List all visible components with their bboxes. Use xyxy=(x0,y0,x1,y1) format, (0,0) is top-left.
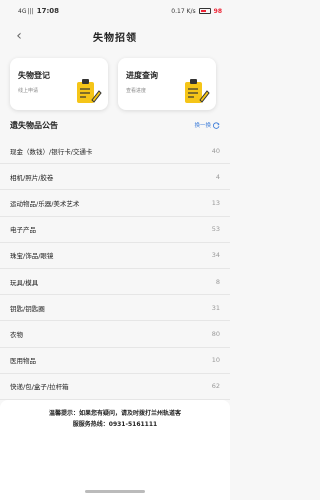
progress-query-card[interactable]: 进度查询 查看进度 xyxy=(118,58,216,110)
list-item[interactable]: 相机/照片/胶卷 4 xyxy=(0,164,230,191)
item-category: 快递/包/盒子/拉杆箱 xyxy=(10,383,69,392)
refresh-label: 换一换 xyxy=(194,123,211,129)
clock: 17:08 xyxy=(36,7,60,15)
lost-item-register-card[interactable]: 失物登记 线上申请 xyxy=(10,58,108,110)
status-bar: 4G ||| 17:08 0.17 K/s 98 xyxy=(0,0,230,22)
item-category: 珠宝/饰品/眼镜 xyxy=(10,252,54,261)
card-subtitle: 线上申请 xyxy=(18,88,39,94)
list-item[interactable]: 电子产品 53 xyxy=(0,216,230,243)
item-count: 8 xyxy=(215,277,220,286)
page-title: 失物招领 xyxy=(93,32,137,44)
lost-items-list: 现金（数钱）/银行卡/交通卡 40 相机/照片/胶卷 4 运动物品/乐器/美术艺… xyxy=(0,138,230,400)
item-count: 31 xyxy=(211,303,220,312)
network-speed: 0.17 K/s xyxy=(171,7,196,15)
battery-icon xyxy=(198,8,211,14)
chevron-left-icon[interactable]: ‹ xyxy=(10,27,28,45)
home-indicator[interactable] xyxy=(85,490,145,493)
clipboard-pencil-icon xyxy=(185,79,210,103)
list-item[interactable]: 运动物品/乐器/美术艺术 13 xyxy=(0,190,230,217)
item-category: 现金（数钱）/银行卡/交通卡 xyxy=(10,147,93,156)
item-category: 医用物品 xyxy=(10,357,36,366)
list-item[interactable]: 快递/包/盒子/拉杆箱 62 xyxy=(0,373,230,400)
card-title: 进度查询 xyxy=(126,71,158,80)
list-item[interactable]: 衣物 80 xyxy=(0,321,230,348)
list-item[interactable]: 珠宝/饰品/眼镜 34 xyxy=(0,242,230,269)
item-category: 电子产品 xyxy=(10,226,36,235)
card-subtitle: 查看进度 xyxy=(126,88,147,94)
notice-box: 温馨提示：如果您有疑问，请及时拨打兰州轨道客 服服务热线：0931-516111… xyxy=(0,400,230,445)
list-item[interactable]: 玩具/模具 8 xyxy=(0,268,230,296)
item-count: 13 xyxy=(211,198,220,207)
item-count: 80 xyxy=(211,329,220,338)
item-category: 玩具/模具 xyxy=(10,278,39,287)
list-item[interactable]: 钥匙/钥匙圈 31 xyxy=(0,295,230,322)
refresh-button[interactable]: 换一换 xyxy=(194,121,220,129)
item-count: 62 xyxy=(211,382,220,391)
item-count: 4 xyxy=(215,172,220,181)
battery-percent: 98 xyxy=(213,7,222,15)
card-title: 失物登记 xyxy=(18,71,50,80)
notice-line-2: 服服务热线：0931-5161111 xyxy=(72,421,158,428)
clipboard-pencil-icon xyxy=(77,79,102,103)
item-count: 53 xyxy=(211,225,220,234)
item-category: 钥匙/钥匙圈 xyxy=(10,304,45,313)
refresh-icon xyxy=(213,121,220,129)
signal-indicator: 4G ||| xyxy=(18,7,34,15)
nav-bar: ‹ 失物招领 xyxy=(0,22,230,50)
item-category: 运动物品/乐器/美术艺术 xyxy=(10,199,80,208)
notice-line-1: 温馨提示：如果您有疑问，请及时拨打兰州轨道客 xyxy=(48,410,181,417)
item-category: 衣物 xyxy=(10,330,23,339)
item-count: 40 xyxy=(211,146,220,155)
item-category: 相机/照片/胶卷 xyxy=(10,173,54,182)
list-item[interactable]: 现金（数钱）/银行卡/交通卡 40 xyxy=(0,138,230,165)
section-title: 遗失物品公告 xyxy=(10,120,58,130)
list-item[interactable]: 医用物品 10 xyxy=(0,347,230,374)
item-count: 10 xyxy=(211,356,220,365)
section-header: 遗失物品公告 换一换 xyxy=(0,113,230,137)
item-count: 34 xyxy=(211,251,220,260)
